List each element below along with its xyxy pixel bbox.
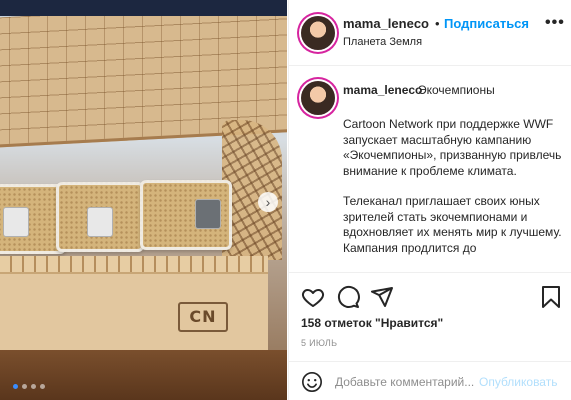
carousel-dot (40, 384, 45, 389)
table-surface (0, 350, 287, 400)
avatar[interactable] (301, 81, 335, 115)
comment-input[interactable] (335, 373, 475, 391)
post-header: mama_leneco • Подписаться Планета Земля … (289, 0, 571, 66)
seed-packet (87, 207, 113, 237)
emoji-icon[interactable] (301, 371, 323, 393)
comment-bar: Опубликовать (289, 361, 571, 400)
separator-dot: • (435, 16, 440, 31)
seed-packet (3, 207, 29, 237)
avatar[interactable] (301, 16, 335, 50)
caption-title: Экочемпионы (418, 83, 495, 97)
seed-tray (56, 182, 144, 252)
seed-tray (140, 180, 232, 250)
comment-icon[interactable] (336, 285, 360, 309)
share-icon[interactable] (370, 285, 394, 309)
caption-paragraph: Телеканал приглашает своих юных зрителей… (343, 194, 562, 255)
caption-username[interactable]: mama_leneco (343, 83, 422, 97)
caption-area: mama_leneco Экочемпионы Cartoon Network … (289, 67, 571, 271)
more-options-icon[interactable]: ••• (545, 14, 565, 32)
post-image[interactable]: CN › (0, 0, 287, 400)
post-side-panel: mama_leneco • Подписаться Планета Земля … (288, 0, 571, 400)
caption-text: Cartoon Network при поддержке WWF запуск… (343, 117, 565, 271)
cartoon-network-logo: CN (178, 302, 228, 332)
location-link[interactable]: Планета Земля (343, 36, 422, 48)
header-username[interactable]: mama_leneco (343, 16, 429, 31)
bookmark-icon[interactable] (539, 285, 563, 309)
caption-paragraph: Cartoon Network при поддержке WWF запуск… (343, 117, 562, 178)
carousel-dot (13, 384, 18, 389)
carousel-dot (22, 384, 27, 389)
carousel-dot (31, 384, 36, 389)
follow-button[interactable]: Подписаться (444, 16, 529, 31)
likes-count[interactable]: 158 отметок "Нравится" (301, 316, 443, 330)
seed-packet (195, 199, 221, 229)
post-date[interactable]: 5 ИЮЛЬ (301, 338, 337, 348)
background-strip (0, 0, 287, 16)
heart-icon[interactable] (301, 285, 325, 309)
action-bar: 158 отметок "Нравится" 5 ИЮЛЬ Опубликова… (289, 272, 571, 400)
publish-button[interactable]: Опубликовать (479, 375, 557, 389)
carousel-indicator (13, 384, 45, 389)
next-slide-button[interactable]: › (258, 192, 278, 212)
